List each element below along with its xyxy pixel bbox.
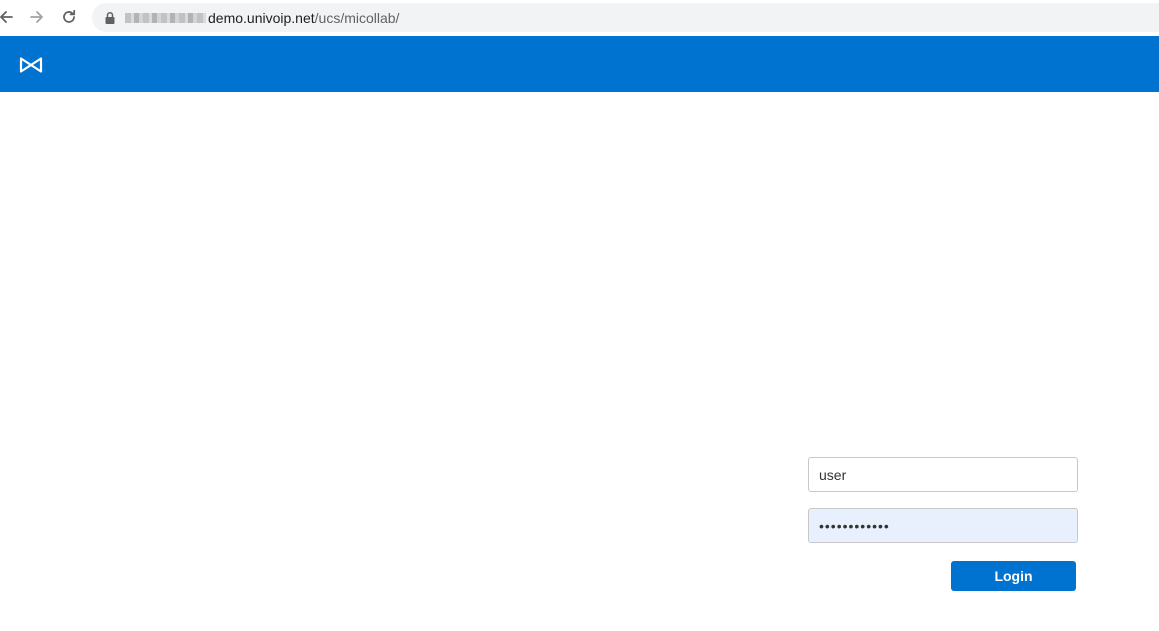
- url-redacted-part: [125, 13, 206, 23]
- password-field[interactable]: [808, 508, 1078, 543]
- app-header: [0, 36, 1159, 92]
- back-button[interactable]: [0, 5, 18, 29]
- forward-arrow-icon: [30, 11, 43, 23]
- reload-icon: [63, 9, 76, 23]
- address-bar[interactable]: demo.univoip.net/ucs/micollab/: [92, 3, 1159, 32]
- micollab-logo-icon[interactable]: [19, 56, 43, 74]
- reload-button[interactable]: [57, 5, 81, 29]
- forward-button[interactable]: [25, 5, 49, 29]
- back-arrow-icon: [0, 11, 13, 23]
- login-button[interactable]: Login: [951, 561, 1076, 591]
- url-text: demo.univoip.net/ucs/micollab/: [208, 10, 399, 26]
- url-host: demo.univoip.net: [208, 10, 315, 26]
- lock-icon[interactable]: [104, 11, 116, 25]
- url-path: /ucs/micollab/: [314, 10, 400, 26]
- login-form: Login: [808, 457, 1078, 591]
- browser-toolbar: demo.univoip.net/ucs/micollab/: [0, 0, 1159, 35]
- username-field[interactable]: [808, 457, 1078, 492]
